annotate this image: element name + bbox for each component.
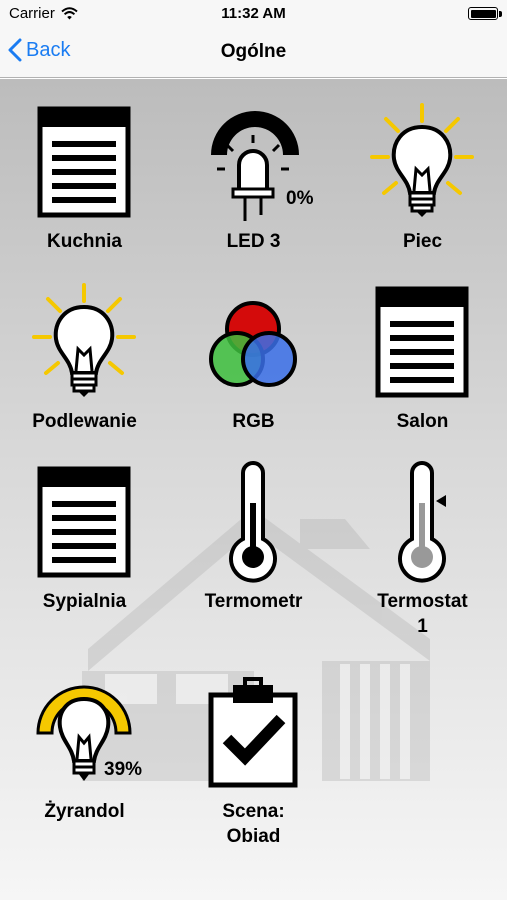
device-grid: Kuchnia 0% LED 3 Piec Podlewanie RGB Sal…: [0, 79, 507, 900]
tile-termometr[interactable]: Termometr: [169, 439, 338, 619]
tile-scena-obiad[interactable]: Scena: Obiad: [169, 649, 338, 847]
rgb-circles-icon: [209, 301, 297, 387]
tile-led-3[interactable]: 0% LED 3: [169, 79, 338, 259]
tile-label: Termometr: [204, 591, 303, 612]
tile-label: Kuchnia: [47, 231, 122, 252]
battery-icon: [468, 7, 498, 20]
blinds-icon: [37, 106, 131, 218]
navigation-bar: Back Ogólne: [0, 28, 507, 78]
tile-kuchnia[interactable]: Kuchnia: [0, 79, 169, 259]
lightbulb-on-icon: [32, 283, 136, 397]
tile-label: Scena: Obiad: [222, 801, 285, 847]
tile-label: Piec: [402, 231, 443, 252]
brightness-value: 39%: [104, 759, 143, 780]
brightness-value: 0%: [286, 188, 314, 209]
tile-label: LED 3: [226, 231, 281, 252]
tile-podlewanie[interactable]: Podlewanie: [0, 259, 169, 439]
tile-zyrandol[interactable]: 39% Żyrandol: [0, 649, 169, 829]
lightbulb-on-icon: [370, 103, 474, 217]
clipboard-check-icon: [208, 677, 298, 788]
tile-rgb[interactable]: RGB: [169, 259, 338, 439]
tile-label: Termostat 1: [377, 591, 468, 637]
tile-label: Salon: [396, 411, 449, 432]
tile-label: Sypialnia: [42, 591, 127, 612]
tile-label: Żyrandol: [44, 801, 125, 822]
blinds-icon: [375, 286, 469, 398]
tile-label: Podlewanie: [32, 411, 137, 432]
status-bar: Carrier 11:32 AM: [0, 0, 507, 28]
thermostat-icon: [398, 461, 446, 583]
tile-salon[interactable]: Salon: [338, 259, 507, 439]
tile-label: RGB: [232, 411, 275, 432]
thermometer-icon: [229, 461, 277, 583]
tile-sypialnia[interactable]: Sypialnia: [0, 439, 169, 619]
battery-tip: [499, 11, 502, 17]
tile-piec[interactable]: Piec: [338, 79, 507, 259]
blinds-icon: [37, 466, 131, 578]
tile-termostat[interactable]: Termostat 1: [338, 439, 507, 637]
clock: 11:32 AM: [221, 5, 286, 22]
page-title: Ogólne: [220, 41, 287, 62]
